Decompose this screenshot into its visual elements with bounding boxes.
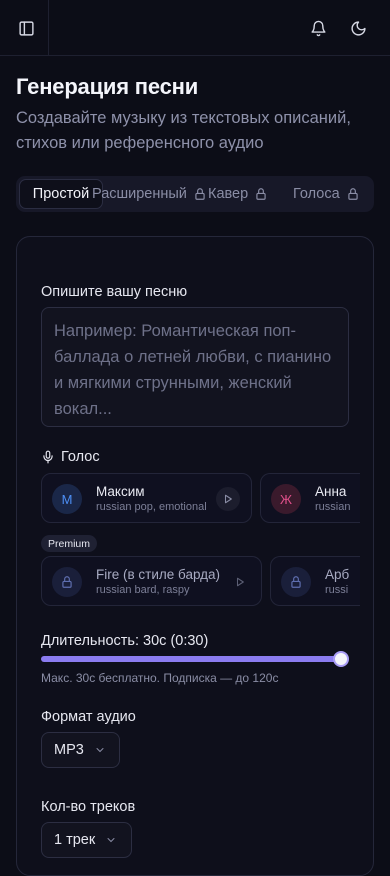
- lock-avatar: [281, 567, 311, 597]
- voice-desc: russian bard, raspy: [96, 584, 190, 596]
- duration-slider-thumb[interactable]: [333, 651, 349, 667]
- description-placeholder: Например: Романтическая поп-баллада о ле…: [54, 322, 332, 418]
- voice-name: Арб: [325, 567, 350, 582]
- chevron-down-icon: [107, 838, 115, 843]
- tab-label: Простой: [32, 186, 90, 202]
- voice-card-fire[interactable]: Fire (в стиле барда) russian bard, raspy: [41, 556, 262, 606]
- format-value: MP3: [54, 742, 84, 758]
- lock-icon: [347, 188, 358, 200]
- voice-desc: russian pop, emotional: [96, 501, 207, 513]
- tracks-label: Кол-во треков: [41, 799, 136, 815]
- tracks-value: 1 трек: [54, 832, 96, 848]
- chevron-down-icon: [96, 748, 104, 753]
- lock-avatar: [52, 567, 82, 597]
- duration-label: Длительность: 30с (0:30): [41, 633, 209, 649]
- tab-advanced[interactable]: Расширенный: [92, 179, 207, 209]
- format-label: Формат аудио: [41, 709, 136, 725]
- voice-section-label: Голос: [41, 449, 100, 465]
- duration-hint: Макс. 30с бесплатно. Подписка — до 120с: [41, 671, 279, 685]
- lock-icon: [256, 188, 266, 200]
- voice-name: Fire (в стиле барда): [96, 567, 221, 582]
- voice-name: Максим: [96, 484, 145, 499]
- moon-icon: [350, 20, 366, 36]
- voice-label-text: Голос: [61, 449, 100, 465]
- tab-label: Кавер: [208, 186, 249, 202]
- sidebar-toggle-icon: [18, 20, 34, 36]
- format-select[interactable]: MP3: [41, 732, 120, 768]
- duration-slider-track[interactable]: [41, 656, 341, 662]
- lock-icon: [195, 188, 205, 200]
- voice-card-arb[interactable]: Арб russi: [270, 556, 360, 606]
- microphone-icon: [43, 450, 53, 464]
- tracks-select[interactable]: 1 трек: [41, 822, 132, 858]
- tab-cover[interactable]: Кавер: [208, 179, 268, 209]
- page-subtitle: Создавайте музыку из текстовых описаний,…: [16, 109, 351, 152]
- voice-card-maxim[interactable]: М Максим russian pop, emotional: [41, 473, 252, 523]
- play-icon: [224, 494, 232, 504]
- page-heading: Генерация песни Создавайте музыку из тек…: [16, 74, 376, 156]
- tab-voices[interactable]: Голоса: [293, 179, 360, 209]
- voice-avatar: М: [52, 484, 82, 514]
- tab-label: Расширенный: [92, 186, 187, 202]
- play-icon: [236, 577, 244, 587]
- mode-tabs: Простой Расширенный Кавер Голоса: [16, 176, 374, 212]
- description-textarea[interactable]: Например: Романтическая поп-баллада о ле…: [41, 307, 349, 427]
- tab-simple[interactable]: Простой: [19, 179, 103, 209]
- theme-toggle-button[interactable]: [342, 12, 374, 44]
- page-title: Генерация песни: [16, 74, 199, 99]
- voice-avatar: Ж: [271, 484, 301, 514]
- voice-desc: russian: [315, 501, 351, 513]
- top-bar: [0, 0, 390, 56]
- lock-icon: [291, 576, 301, 588]
- voice-play-button[interactable]: [216, 487, 240, 511]
- tab-label: Голоса: [293, 186, 340, 202]
- description-label: Опишите вашу песню: [41, 284, 188, 300]
- voice-desc: russi: [325, 584, 349, 596]
- notifications-button[interactable]: [302, 12, 334, 44]
- voice-card-anna[interactable]: Ж Анна russian: [260, 473, 360, 523]
- voice-name: Анна: [315, 484, 347, 499]
- lock-icon: [62, 576, 72, 588]
- voice-play-button[interactable]: [228, 570, 252, 594]
- premium-badge: Premium: [41, 535, 98, 552]
- bell-icon: [310, 20, 326, 36]
- sidebar-toggle-button[interactable]: [10, 12, 42, 44]
- top-bar-divider: [48, 0, 49, 56]
